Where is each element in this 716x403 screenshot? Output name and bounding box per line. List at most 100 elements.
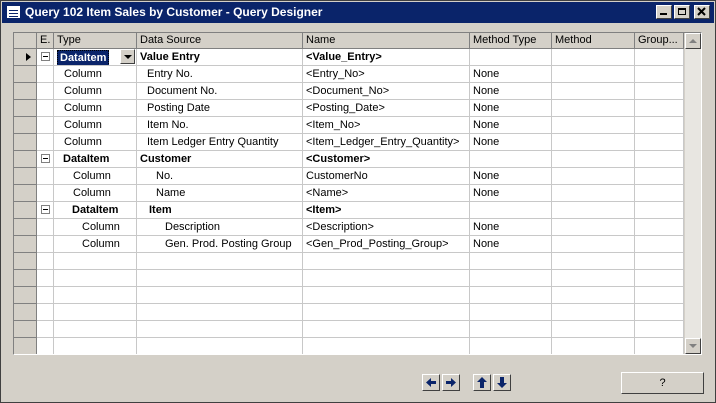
grid-cell[interactable]: DataItem xyxy=(54,202,137,219)
grid-cell[interactable]: Description xyxy=(137,219,303,236)
header-type[interactable]: Type xyxy=(54,33,137,49)
grid-cell[interactable]: Column xyxy=(54,117,137,134)
grid-cell[interactable]: None xyxy=(470,117,552,134)
grid-cell[interactable] xyxy=(635,236,684,253)
vertical-scrollbar[interactable] xyxy=(684,33,701,354)
empty-cell[interactable] xyxy=(137,321,303,338)
empty-cell[interactable] xyxy=(470,287,552,304)
grid-cell[interactable] xyxy=(37,100,54,117)
grid-cell[interactable]: None xyxy=(470,219,552,236)
row-selector[interactable] xyxy=(14,83,37,100)
header-group[interactable]: Group... xyxy=(635,33,684,49)
empty-cell[interactable] xyxy=(552,304,635,321)
grid-cell[interactable] xyxy=(635,151,684,168)
grid-cell[interactable] xyxy=(635,49,684,66)
row-selector[interactable] xyxy=(14,338,37,354)
grid-cell[interactable]: Column xyxy=(54,83,137,100)
row-selector[interactable] xyxy=(14,185,37,202)
maximize-button[interactable] xyxy=(674,5,690,19)
help-button[interactable]: ? xyxy=(621,372,704,394)
grid-cell[interactable] xyxy=(635,66,684,83)
grid-cell[interactable]: CustomerNo xyxy=(303,168,470,185)
empty-cell[interactable] xyxy=(552,338,635,354)
grid-cell[interactable]: Column xyxy=(54,236,137,253)
empty-cell[interactable] xyxy=(54,304,137,321)
empty-cell[interactable] xyxy=(303,253,470,270)
grid-cell[interactable]: No. xyxy=(137,168,303,185)
grid-cell[interactable] xyxy=(635,100,684,117)
grid-cell[interactable]: None xyxy=(470,185,552,202)
grid-cell[interactable] xyxy=(552,134,635,151)
grid-cell[interactable] xyxy=(37,83,54,100)
grid-cell[interactable]: Customer xyxy=(137,151,303,168)
empty-cell[interactable] xyxy=(470,338,552,354)
collapse-icon[interactable] xyxy=(41,154,50,163)
empty-cell[interactable] xyxy=(303,321,470,338)
grid-cell[interactable] xyxy=(37,168,54,185)
type-value[interactable]: DataItem xyxy=(57,50,110,65)
empty-cell[interactable] xyxy=(37,338,54,354)
grid-cell[interactable] xyxy=(552,49,635,66)
grid-cell[interactable] xyxy=(635,202,684,219)
grid-cell[interactable] xyxy=(552,168,635,185)
grid-cell[interactable] xyxy=(635,219,684,236)
grid-cell[interactable]: <Entry_No> xyxy=(303,66,470,83)
empty-cell[interactable] xyxy=(303,304,470,321)
grid-cell[interactable] xyxy=(37,66,54,83)
empty-cell[interactable] xyxy=(635,338,684,354)
grid-cell[interactable]: Item No. xyxy=(137,117,303,134)
empty-cell[interactable] xyxy=(137,287,303,304)
grid-cell[interactable] xyxy=(552,219,635,236)
grid-cell[interactable] xyxy=(37,185,54,202)
row-selector[interactable] xyxy=(14,66,37,83)
grid-cell[interactable]: None xyxy=(470,236,552,253)
grid-cell[interactable]: Column xyxy=(54,134,137,151)
row-selector[interactable] xyxy=(14,202,37,219)
empty-cell[interactable] xyxy=(137,338,303,354)
move-left-button[interactable] xyxy=(422,374,440,391)
header-method[interactable]: Method xyxy=(552,33,635,49)
empty-cell[interactable] xyxy=(37,270,54,287)
grid-cell[interactable] xyxy=(635,83,684,100)
grid-cell[interactable]: Document No. xyxy=(137,83,303,100)
header-data-source[interactable]: Data Source xyxy=(137,33,303,49)
move-right-button[interactable] xyxy=(442,374,460,391)
grid-cell[interactable]: Column xyxy=(54,219,137,236)
header-expand[interactable]: E. xyxy=(37,33,54,49)
grid-cell[interactable]: <Description> xyxy=(303,219,470,236)
row-selector[interactable] xyxy=(14,134,37,151)
empty-cell[interactable] xyxy=(303,270,470,287)
grid-cell[interactable]: Column xyxy=(54,185,137,202)
header-name[interactable]: Name xyxy=(303,33,470,49)
row-selector[interactable] xyxy=(14,151,37,168)
grid-cell[interactable] xyxy=(635,134,684,151)
empty-cell[interactable] xyxy=(470,304,552,321)
empty-cell[interactable] xyxy=(54,321,137,338)
grid-cell[interactable]: <Name> xyxy=(303,185,470,202)
empty-cell[interactable] xyxy=(37,287,54,304)
row-selector[interactable] xyxy=(14,219,37,236)
grid-cell[interactable]: DataItem xyxy=(54,151,137,168)
empty-cell[interactable] xyxy=(54,338,137,354)
grid-cell[interactable]: None xyxy=(470,168,552,185)
row-selector[interactable] xyxy=(14,321,37,338)
grid-cell[interactable] xyxy=(552,185,635,202)
grid-cell[interactable]: <Posting_Date> xyxy=(303,100,470,117)
grid-cell[interactable] xyxy=(37,117,54,134)
row-selector[interactable] xyxy=(14,168,37,185)
grid-cell[interactable]: Posting Date xyxy=(137,100,303,117)
grid-cell[interactable]: None xyxy=(470,83,552,100)
header-method-type[interactable]: Method Type xyxy=(470,33,552,49)
empty-cell[interactable] xyxy=(552,270,635,287)
row-selector[interactable] xyxy=(14,304,37,321)
grid-cell[interactable] xyxy=(635,168,684,185)
grid-cell[interactable] xyxy=(552,100,635,117)
empty-cell[interactable] xyxy=(635,270,684,287)
scroll-down-button[interactable] xyxy=(685,338,701,354)
grid-cell[interactable]: <Customer> xyxy=(303,151,470,168)
grid-cell[interactable] xyxy=(37,151,54,168)
empty-cell[interactable] xyxy=(37,321,54,338)
row-selector[interactable] xyxy=(14,117,37,134)
empty-cell[interactable] xyxy=(470,270,552,287)
grid-cell[interactable] xyxy=(635,185,684,202)
